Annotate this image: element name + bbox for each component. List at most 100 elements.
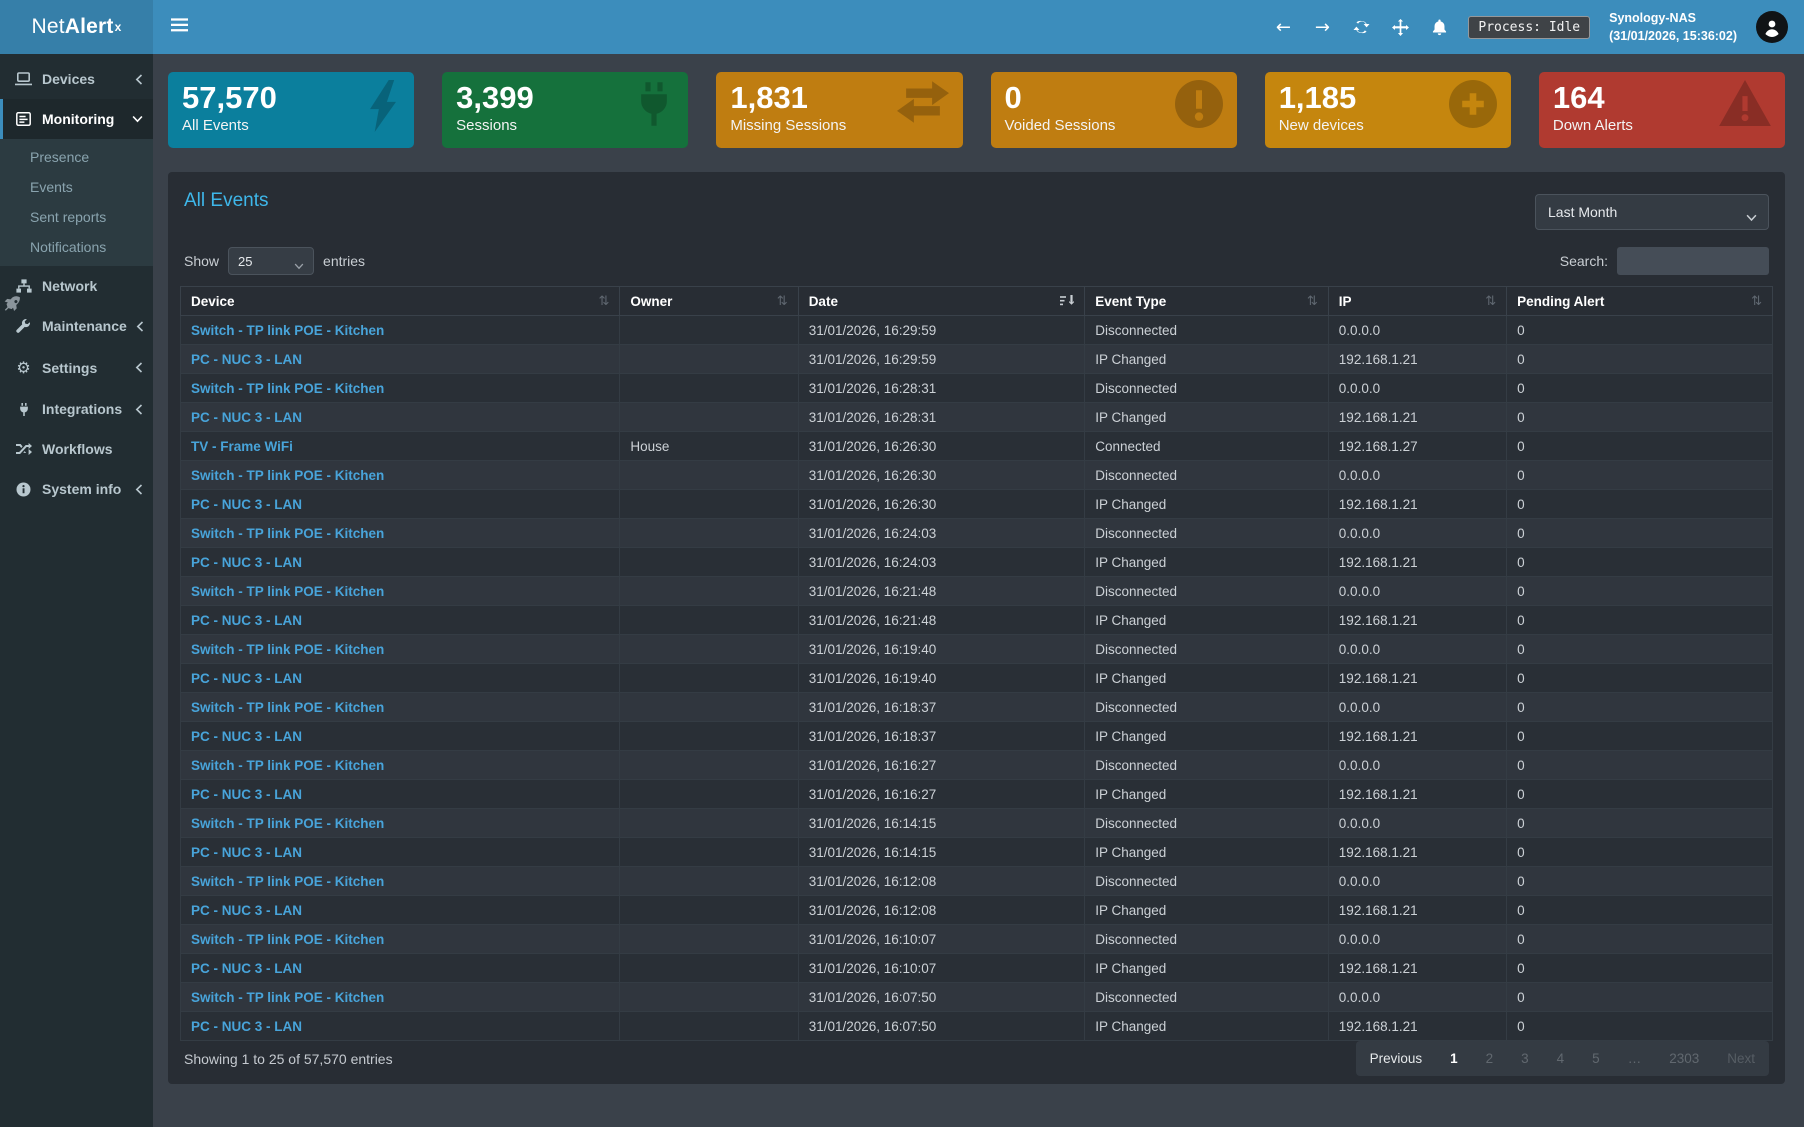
refresh-icon[interactable] [1351, 19, 1371, 35]
pending-alert-cell: 0 [1507, 809, 1773, 838]
device-link[interactable]: PC - NUC 3 - LAN [181, 722, 620, 751]
device-link[interactable]: PC - NUC 3 - LAN [181, 548, 620, 577]
rocket-icon[interactable] [2, 296, 21, 318]
sidebar-item-sent-reports[interactable]: Sent reports [0, 202, 153, 232]
sidebar-item-notifications[interactable]: Notifications [0, 232, 153, 262]
stat-card[interactable]: 1,185 New devices [1265, 72, 1511, 148]
page-title: All Events [184, 190, 268, 212]
device-link[interactable]: PC - NUC 3 - LAN [181, 954, 620, 983]
stat-card[interactable]: 3,399 Sessions [442, 72, 688, 148]
page-button[interactable]: Previous [1356, 1041, 1437, 1076]
ip-cell: 192.168.1.21 [1328, 345, 1506, 374]
pending-alert-cell: 0 [1507, 316, 1773, 345]
ip-cell: 192.168.1.21 [1328, 780, 1506, 809]
page-button[interactable]: 5 [1578, 1041, 1614, 1076]
date-cell: 31/01/2026, 16:10:07 [798, 925, 1085, 954]
ip-cell: 192.168.1.21 [1328, 548, 1506, 577]
sidebar-item-system-info[interactable]: System info [0, 469, 153, 509]
nav-back-icon[interactable]: ← [1273, 17, 1293, 38]
device-link[interactable]: PC - NUC 3 - LAN [181, 780, 620, 809]
brand-superscript: x [115, 20, 122, 34]
device-link[interactable]: PC - NUC 3 - LAN [181, 345, 620, 374]
pending-alert-cell: 0 [1507, 838, 1773, 867]
table-row: PC - NUC 3 - LAN 31/01/2026, 16:29:59 IP… [181, 345, 1773, 374]
page-button[interactable]: 3 [1507, 1041, 1543, 1076]
page-button[interactable]: 1 [1436, 1041, 1472, 1076]
user-avatar[interactable] [1756, 11, 1788, 43]
sidebar-item-events[interactable]: Events [0, 172, 153, 202]
date-cell: 31/01/2026, 16:19:40 [798, 664, 1085, 693]
page-button[interactable]: 4 [1543, 1041, 1579, 1076]
device-link[interactable]: Switch - TP link POE - Kitchen [181, 751, 620, 780]
column-header-date[interactable]: Date [798, 287, 1085, 316]
ip-cell: 192.168.1.21 [1328, 490, 1506, 519]
stat-card[interactable]: 1,831 Missing Sessions [716, 72, 962, 148]
device-link[interactable]: PC - NUC 3 - LAN [181, 606, 620, 635]
stat-card[interactable]: 164 Down Alerts [1539, 72, 1785, 148]
event-type-cell: IP Changed [1085, 345, 1329, 374]
device-link[interactable]: Switch - TP link POE - Kitchen [181, 461, 620, 490]
sidebar-toggle-button[interactable] [153, 0, 205, 54]
page-length-select[interactable]: 25 [228, 247, 314, 275]
pending-alert-cell: 0 [1507, 983, 1773, 1012]
bell-icon[interactable] [1429, 19, 1449, 36]
column-header-device[interactable]: Device⇅ [181, 287, 620, 316]
nav-forward-icon[interactable]: → [1312, 17, 1332, 38]
date-cell: 31/01/2026, 16:14:15 [798, 809, 1085, 838]
sidebar-item-workflows[interactable]: Workflows [0, 429, 153, 469]
sidebar-item-monitoring[interactable]: Monitoring [0, 99, 153, 139]
device-link[interactable]: Switch - TP link POE - Kitchen [181, 577, 620, 606]
page-button[interactable]: … [1614, 1041, 1656, 1076]
main-content: 57,570 All Events 3,399 Sessions 1,831 M… [153, 54, 1804, 1127]
column-header-event-type[interactable]: Event Type⇅ [1085, 287, 1329, 316]
sidebar-item-presence[interactable]: Presence [0, 142, 153, 172]
device-link[interactable]: PC - NUC 3 - LAN [181, 664, 620, 693]
device-link[interactable]: Switch - TP link POE - Kitchen [181, 693, 620, 722]
device-link[interactable]: Switch - TP link POE - Kitchen [181, 809, 620, 838]
sidebar-item-maintenance[interactable]: Maintenance [0, 306, 153, 346]
stat-card[interactable]: 57,570 All Events [168, 72, 414, 148]
device-link[interactable]: Switch - TP link POE - Kitchen [181, 867, 620, 896]
date-cell: 31/01/2026, 16:29:59 [798, 345, 1085, 374]
sidebar-item-label: Network [42, 278, 97, 294]
sidebar-item-devices[interactable]: Devices [0, 59, 153, 99]
period-select[interactable]: Last Month [1535, 194, 1769, 230]
stat-card[interactable]: 0 Voided Sessions [991, 72, 1237, 148]
chevron-left-icon [135, 74, 143, 85]
column-header-pending-alert[interactable]: Pending Alert⇅ [1507, 287, 1773, 316]
search-input[interactable] [1617, 247, 1769, 275]
sidebar-item-settings[interactable]: ⚙ Settings [0, 346, 153, 389]
date-cell: 31/01/2026, 16:24:03 [798, 548, 1085, 577]
device-link[interactable]: PC - NUC 3 - LAN [181, 403, 620, 432]
page-length-value: 25 [238, 254, 252, 269]
sidebar-item-label: Workflows [42, 441, 113, 457]
device-link[interactable]: Switch - TP link POE - Kitchen [181, 635, 620, 664]
device-link[interactable]: Switch - TP link POE - Kitchen [181, 519, 620, 548]
device-link[interactable]: PC - NUC 3 - LAN [181, 490, 620, 519]
device-link[interactable]: TV - Frame WiFi [181, 432, 620, 461]
table-row: PC - NUC 3 - LAN 31/01/2026, 16:10:07 IP… [181, 954, 1773, 983]
pending-alert-cell: 0 [1507, 722, 1773, 751]
pending-alert-cell: 0 [1507, 780, 1773, 809]
page-button[interactable]: 2303 [1655, 1041, 1713, 1076]
device-link[interactable]: Switch - TP link POE - Kitchen [181, 925, 620, 954]
sidebar-item-integrations[interactable]: Integrations [0, 389, 153, 429]
page-button[interactable]: Next [1713, 1041, 1769, 1076]
event-type-cell: IP Changed [1085, 606, 1329, 635]
sidebar-item-network[interactable]: Network [0, 266, 153, 306]
pending-alert-cell: 0 [1507, 896, 1773, 925]
ip-cell: 0.0.0.0 [1328, 693, 1506, 722]
device-link[interactable]: Switch - TP link POE - Kitchen [181, 983, 620, 1012]
device-link[interactable]: Switch - TP link POE - Kitchen [181, 374, 620, 403]
column-header-ip[interactable]: IP⇅ [1328, 287, 1506, 316]
device-link[interactable]: PC - NUC 3 - LAN [181, 1012, 620, 1041]
fullscreen-move-icon[interactable] [1390, 19, 1410, 36]
sort-desc-icon [1060, 295, 1074, 307]
hamburger-icon [171, 18, 188, 37]
device-link[interactable]: Switch - TP link POE - Kitchen [181, 316, 620, 345]
device-link[interactable]: PC - NUC 3 - LAN [181, 896, 620, 925]
brand-logo[interactable]: NetAlertx [0, 0, 153, 54]
column-header-owner[interactable]: Owner⇅ [620, 287, 798, 316]
device-link[interactable]: PC - NUC 3 - LAN [181, 838, 620, 867]
page-button[interactable]: 2 [1472, 1041, 1508, 1076]
